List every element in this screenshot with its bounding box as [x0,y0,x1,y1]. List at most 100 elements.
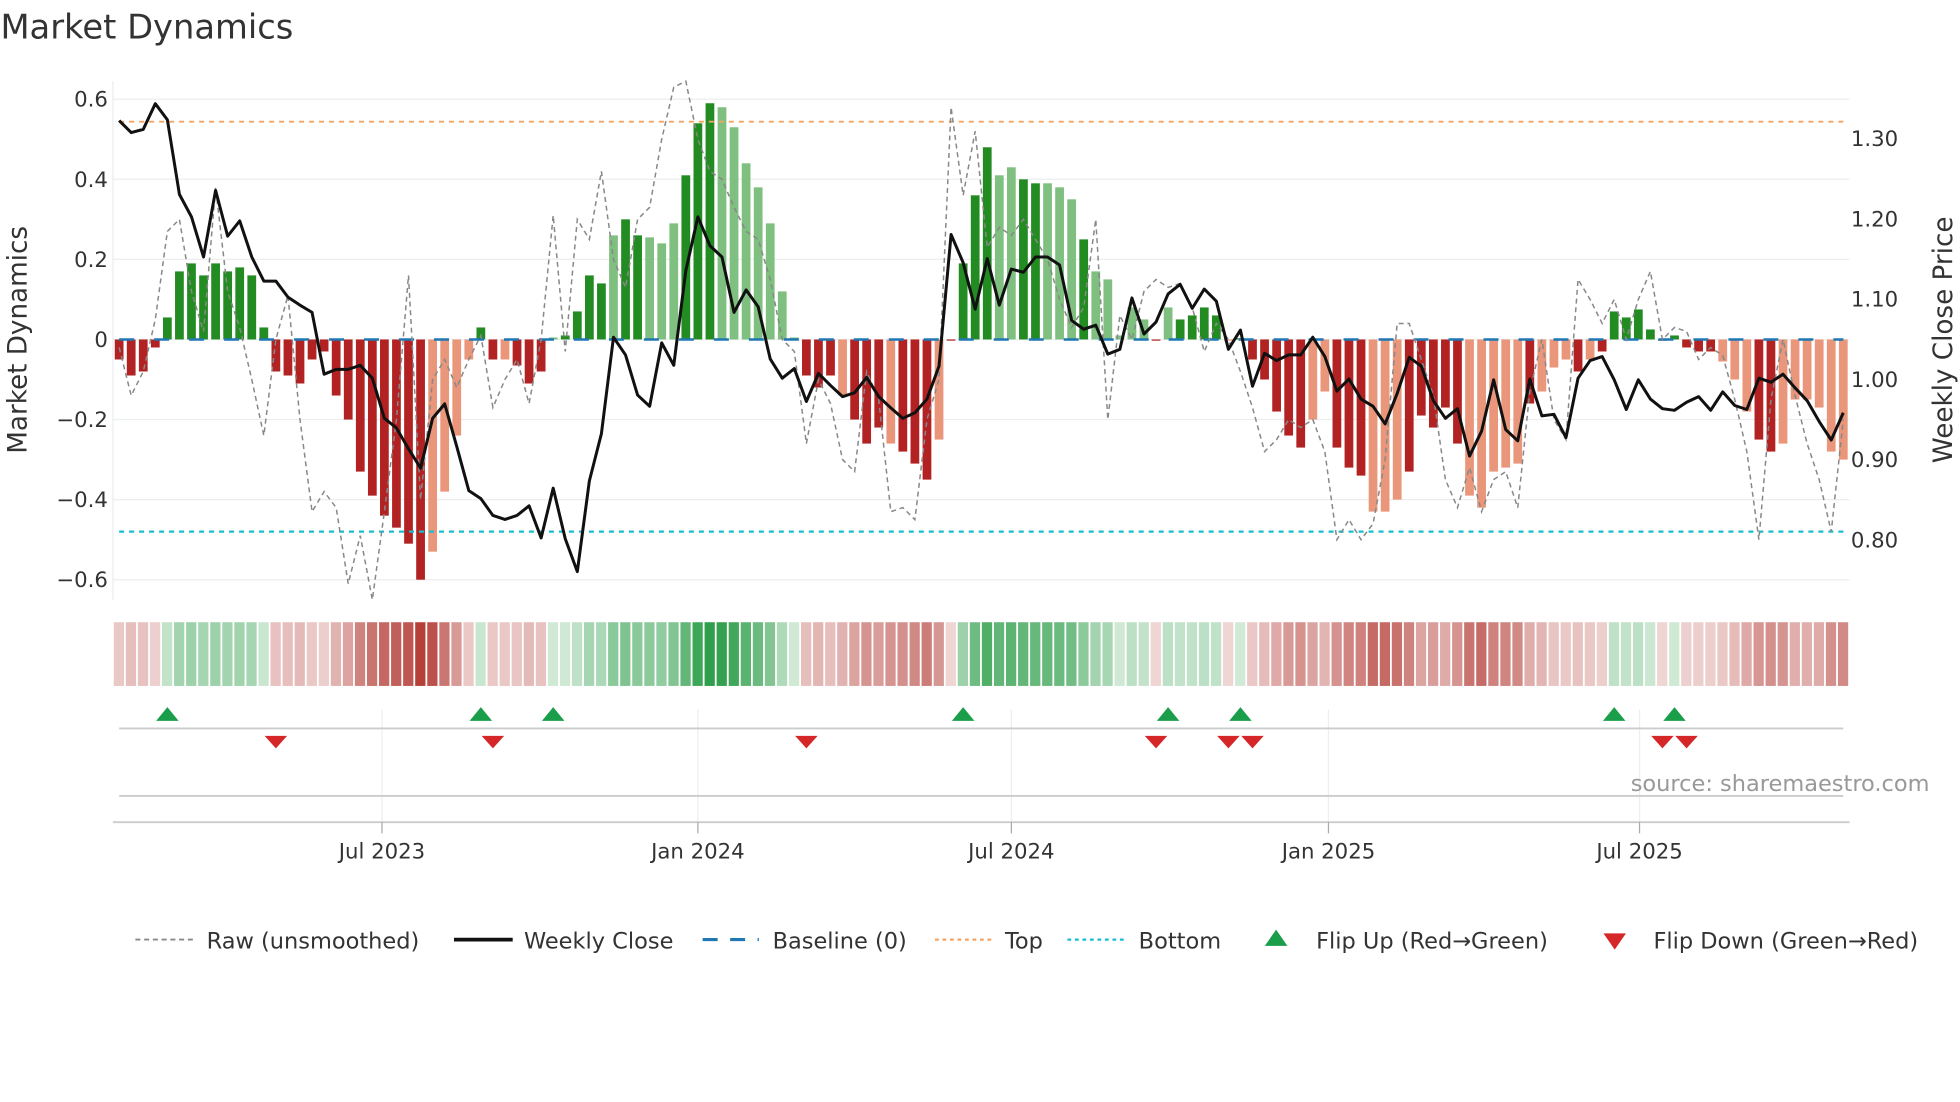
flip-down-marker [1241,735,1264,749]
strip-cell [475,622,486,686]
strip-cell [776,622,788,686]
strip-cell [125,622,137,686]
bar [669,223,679,340]
strip-cell [1391,622,1403,686]
strip-cell [1729,622,1740,686]
bar [1609,311,1619,340]
strip-cell [1584,622,1595,686]
bar [1006,167,1016,340]
y2-tick-label: 1.20 [1851,207,1898,232]
left-axis: 0.6 0.4 0.2 0 −0.2 −0.4 −0.6 [56,88,108,593]
strip-cell [909,622,920,686]
strip-cell [149,622,161,686]
bar [319,339,329,352]
bar [343,339,353,420]
strip-cell [222,622,233,686]
strip-cell [571,622,583,686]
flip-down-icon [1603,933,1626,950]
strip-cell [1837,622,1849,686]
bar [1019,179,1028,340]
strip-cell [1403,622,1415,686]
legend-close: Weekly Close [524,928,673,954]
strip-cell [1319,622,1330,686]
weekly-close-line [118,102,1845,574]
bar [1272,339,1281,412]
bar [211,263,220,340]
bar [886,339,896,444]
x-tick-label: Jul 2023 [337,839,425,864]
strip-cell [1150,622,1161,686]
strip-cell [1765,622,1776,686]
strip-cell [342,622,354,686]
strip-cell [1295,622,1306,686]
strip-cell [969,622,981,686]
strip-cell [825,622,836,686]
bar [295,339,305,384]
strip-cell [1452,622,1463,686]
strip-cell [656,622,667,686]
bar [1573,339,1583,372]
strip-cell [1500,622,1511,686]
y-axis-label: Market Dynamics [4,226,34,454]
bar [1549,339,1559,368]
strip-cell [1596,622,1608,686]
strip-cell [1801,622,1812,686]
strip-cell [632,622,643,686]
strip-cell [704,622,715,686]
bar [1585,339,1595,360]
bar [838,339,847,396]
strip-cell [957,622,969,686]
strip-cell [294,622,305,686]
strip-cell [186,622,197,686]
strip-cell [620,622,631,686]
flip-down-marker [795,735,818,749]
bar [1308,339,1318,420]
strip-cell [1054,622,1065,686]
bar [500,339,510,360]
bar [259,327,269,340]
strip-cell [547,622,559,686]
bar [705,103,715,340]
strip-cell [1198,622,1210,686]
strip-cell [680,622,691,686]
bar [898,339,908,452]
strip-cell [379,622,390,686]
strip-cell [1102,622,1113,686]
bar [307,339,317,360]
strip-cell [873,622,884,686]
bar [1199,307,1209,340]
strip-cell [1657,622,1668,686]
y-tick-label: 0 [94,328,108,353]
strip-cell [1717,622,1728,686]
bar [223,271,233,340]
bar [910,339,920,464]
bar [621,219,630,340]
bar [970,195,980,340]
strip-cell [1114,622,1125,686]
strip-cell [1669,622,1680,686]
bar [512,339,522,366]
bar [1838,339,1848,460]
strip-cell [993,622,1005,686]
bar [1561,339,1571,360]
strip-cell [861,622,872,686]
strip-cell [1572,622,1583,686]
strip-cell [1777,622,1788,686]
strip-cell [981,622,993,686]
y2-tick-label: 0.90 [1851,448,1898,473]
strip-cell [1464,622,1475,686]
bar [1694,339,1703,352]
y2-tick-label: 0.80 [1851,528,1898,553]
strip-cell [282,622,293,686]
strip-cell [1608,622,1620,686]
strip-cell [487,622,498,686]
strip-cell [692,622,703,686]
flip-down-marker [1217,735,1240,749]
strip-cell [1632,622,1644,686]
strip-cell [439,622,450,686]
strip-cell [1126,622,1137,686]
bar [1103,279,1113,340]
strip-cell [801,622,812,686]
strip-cell [306,622,317,686]
bar [1175,319,1185,340]
